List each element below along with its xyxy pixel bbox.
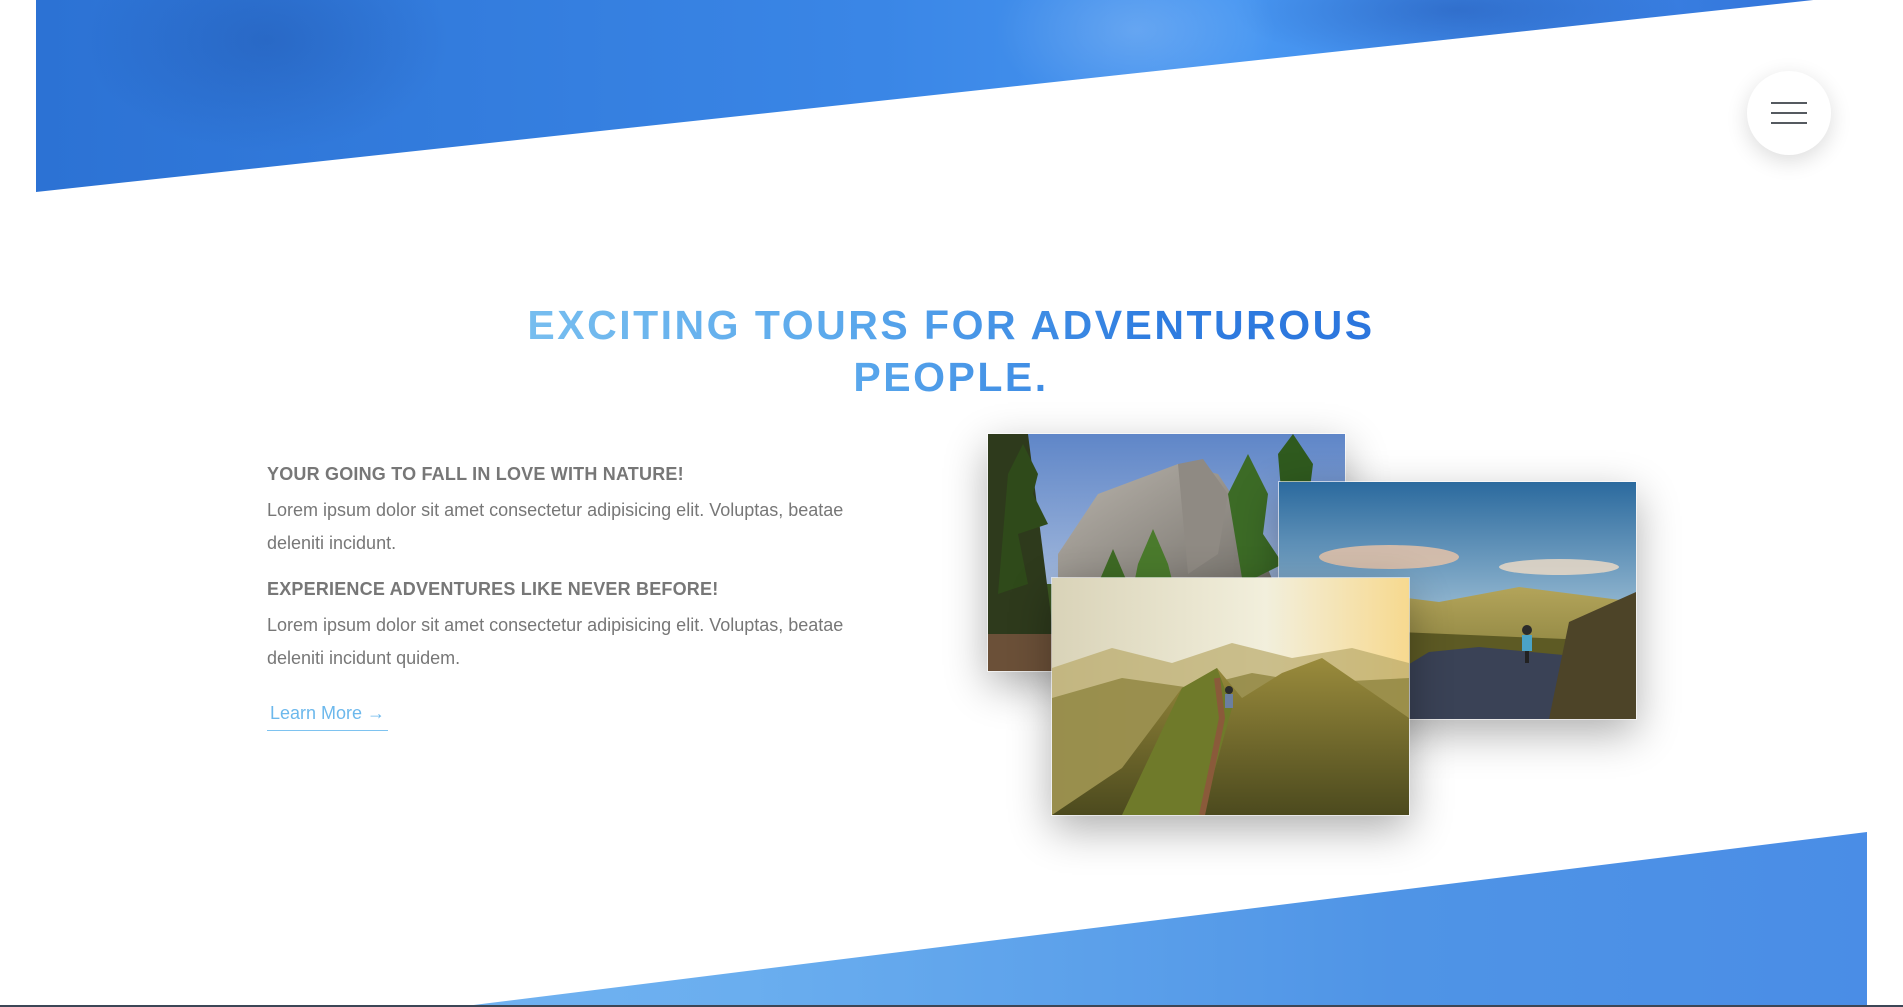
mountain-ridge-hiker-photo[interactable] bbox=[1051, 577, 1410, 816]
hero-background-band bbox=[36, 0, 1814, 192]
feature-block: YOUR GOING TO FALL IN LOVE WITH NATURE! … bbox=[267, 460, 907, 560]
feature-block: EXPERIENCE ADVENTURES LIKE NEVER BEFORE!… bbox=[267, 575, 907, 675]
section-title: EXCITING TOURS FOR ADVENTUROUS PEOPLE. bbox=[446, 299, 1456, 403]
footer-background-band bbox=[457, 832, 1867, 1007]
feature-heading: EXPERIENCE ADVENTURES LIKE NEVER BEFORE! bbox=[267, 579, 719, 599]
menu-button[interactable] bbox=[1747, 71, 1831, 155]
learn-more-link[interactable]: Learn More → bbox=[267, 701, 389, 731]
hero-texture bbox=[36, 0, 1814, 192]
mountain-ridge-image bbox=[1052, 578, 1409, 815]
page: EXCITING TOURS FOR ADVENTUROUS PEOPLE. Y… bbox=[0, 0, 1903, 1007]
features-column: YOUR GOING TO FALL IN LOVE WITH NATURE! … bbox=[267, 460, 907, 731]
feature-heading: YOUR GOING TO FALL IN LOVE WITH NATURE! bbox=[267, 464, 684, 484]
hamburger-menu-icon bbox=[1771, 102, 1807, 124]
feature-text: Lorem ipsum dolor sit amet consectetur a… bbox=[267, 615, 844, 668]
feature-text: Lorem ipsum dolor sit amet consectetur a… bbox=[267, 500, 844, 553]
